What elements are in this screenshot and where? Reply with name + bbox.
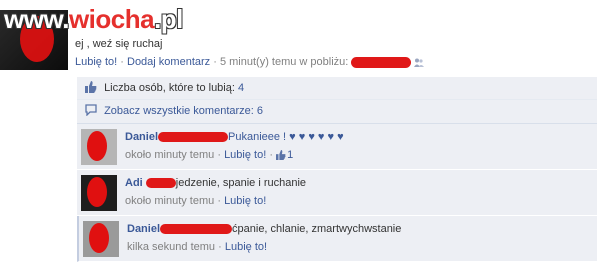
redacted-surname — [145, 178, 176, 189]
post-text: ej , weź się ruchaj — [75, 38, 163, 50]
comment-like-button[interactable]: Lubię to! — [225, 241, 267, 253]
comment-author[interactable]: Daniel — [125, 131, 158, 143]
comment-bubble-icon — [85, 104, 97, 116]
commenter-avatar[interactable] — [81, 129, 117, 165]
add-comment-button[interactable]: Dodaj komentarz — [127, 56, 210, 68]
post-timestamp: 5 minut(y) temu w pobliżu: — [219, 56, 349, 68]
commenter-avatar[interactable] — [83, 221, 119, 257]
comment-item: Daniel Pukanieee ! ♥ ♥ ♥ ♥ ♥ ♥ około minu… — [77, 124, 597, 170]
comment-text: Pukanieee ! ♥ ♥ ♥ ♥ ♥ ♥ — [228, 131, 344, 143]
view-all-comments-row[interactable]: Zobacz wszystkie komentarze: 6 — [77, 100, 597, 124]
commenter-avatar[interactable] — [81, 175, 117, 211]
comment-like-button[interactable]: Lubię to! — [224, 149, 266, 161]
comment-author[interactable]: Adi — [125, 177, 143, 189]
comment-time: kilka sekund temu — [127, 241, 216, 253]
post-like-button[interactable]: Lubię to! — [75, 56, 117, 68]
watermark-logo: www.wiocha.pl — [4, 4, 183, 34]
thumbs-up-icon — [276, 150, 286, 160]
comment-item: Daniel ćpanie, chlanie, zmartwychwstanie … — [77, 216, 597, 262]
thumbs-up-icon — [85, 81, 97, 93]
likes-count-link[interactable]: 4 — [238, 82, 244, 94]
view-all-comments-link[interactable]: Zobacz wszystkie komentarze: 6 — [104, 105, 263, 117]
comment-text: jedzenie, spanie i ruchanie — [175, 177, 307, 189]
comment-item: Adi jedzenie, spanie i ruchanie około mi… — [77, 170, 597, 216]
people-icon — [414, 58, 425, 67]
redacted-surname — [160, 224, 233, 235]
comments-panel: Liczba osób, które to lubią: 4 Zobacz ws… — [77, 77, 597, 262]
redacted-location — [351, 56, 412, 68]
comment-text: ćpanie, chlanie, zmartwychwstanie — [232, 223, 402, 235]
comment-time: około minuty temu — [125, 149, 215, 161]
likes-label: Liczba osób, które to lubią: — [104, 82, 235, 94]
redacted-surname — [158, 132, 229, 143]
comment-like-button[interactable]: Lubię to! — [224, 195, 266, 207]
post-actions: Lubię to! · Dodaj komentarz · 5 minut(y)… — [75, 56, 425, 68]
likes-row: Liczba osób, które to lubią: 4 — [77, 77, 597, 100]
comment-time: około minuty temu — [125, 195, 215, 207]
comment-author[interactable]: Daniel — [127, 223, 160, 235]
comment-like-count[interactable]: 1 — [287, 149, 293, 161]
